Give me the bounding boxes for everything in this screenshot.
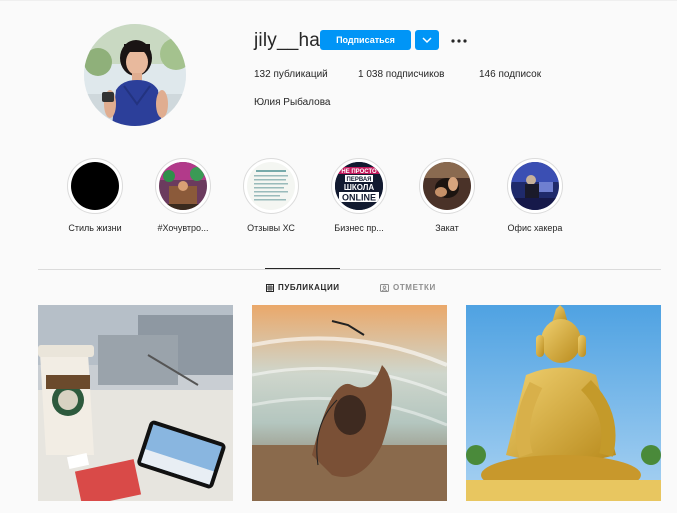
- highlight-sunset[interactable]: Закат: [405, 158, 489, 233]
- full-name: Юлия Рыбалова: [254, 97, 331, 108]
- highlight-image: [247, 162, 295, 210]
- highlight-cover[interactable]: [507, 158, 563, 214]
- highlight-cover[interactable]: НЕ ПРОСТО ПЕРВАЯ ШКОЛА ONLINE: [331, 158, 387, 214]
- tab-posts[interactable]: ПУБЛИКАЦИИ: [266, 283, 340, 292]
- posts-count: 132 публикаций: [254, 69, 328, 80]
- highlight-business[interactable]: НЕ ПРОСТО ПЕРВАЯ ШКОЛА ONLINE Бизнес пр.…: [317, 158, 401, 233]
- top-border: [0, 0, 677, 1]
- active-tab-indicator: [265, 268, 340, 269]
- highlight-label: Стиль жизни: [68, 223, 122, 233]
- username: jily__ha: [254, 30, 321, 51]
- post-image: [252, 305, 447, 501]
- highlight-image: [159, 162, 207, 210]
- highlight-image: [71, 162, 119, 210]
- highlight-cover[interactable]: [67, 158, 123, 214]
- post-thumbnail[interactable]: [252, 305, 447, 501]
- highlight-image: [423, 162, 471, 210]
- more-options-button[interactable]: [450, 34, 468, 46]
- highlight-hacker-office[interactable]: Офис хакера: [493, 158, 577, 233]
- highlight-image: [511, 162, 559, 210]
- highlight-label: Закат: [435, 223, 459, 233]
- followers-count-link[interactable]: 1 038 подписчиков: [358, 69, 444, 80]
- highlight-label: Офис хакера: [507, 223, 563, 233]
- highlight-lifestyle[interactable]: Стиль жизни: [53, 158, 137, 233]
- post-image: [466, 305, 661, 501]
- post-thumbnail[interactable]: [466, 305, 661, 501]
- highlight-want-to-morning[interactable]: #Хочувтро...: [141, 158, 225, 233]
- highlight-cover[interactable]: [419, 158, 475, 214]
- grid-icon: [266, 283, 274, 292]
- highlight-image: НЕ ПРОСТО ПЕРВАЯ ШКОЛА ONLINE: [335, 162, 383, 210]
- tab-tagged-label: ОТМЕТКИ: [393, 283, 436, 292]
- highlight-cover-text: ONLINE: [342, 193, 376, 203]
- post-image: [38, 305, 233, 501]
- tab-posts-label: ПУБЛИКАЦИИ: [278, 283, 340, 292]
- following-count-link[interactable]: 146 подписок: [479, 69, 541, 80]
- tabs-divider: [38, 269, 661, 270]
- avatar-image: [84, 24, 186, 126]
- tagged-icon: [380, 283, 389, 292]
- chevron-down-icon: [422, 37, 432, 44]
- post-thumbnail[interactable]: [38, 305, 233, 501]
- tab-tagged[interactable]: ОТМЕТКИ: [380, 283, 436, 292]
- highlight-cover-text: ШКОЛА: [344, 183, 375, 192]
- follow-button[interactable]: Подписаться: [320, 30, 411, 50]
- highlight-label: #Хочувтро...: [157, 223, 209, 233]
- suggestions-dropdown-button[interactable]: [415, 30, 439, 50]
- highlight-cover[interactable]: [155, 158, 211, 214]
- highlight-reviews[interactable]: Отзывы ХС: [229, 158, 313, 233]
- highlight-label: Отзывы ХС: [247, 223, 295, 233]
- highlight-label: Бизнес пр...: [334, 223, 384, 233]
- highlight-cover[interactable]: [243, 158, 299, 214]
- highlight-cover-text: НЕ ПРОСТО: [341, 169, 377, 175]
- more-options-icon: [451, 39, 467, 43]
- profile-avatar[interactable]: [84, 24, 186, 126]
